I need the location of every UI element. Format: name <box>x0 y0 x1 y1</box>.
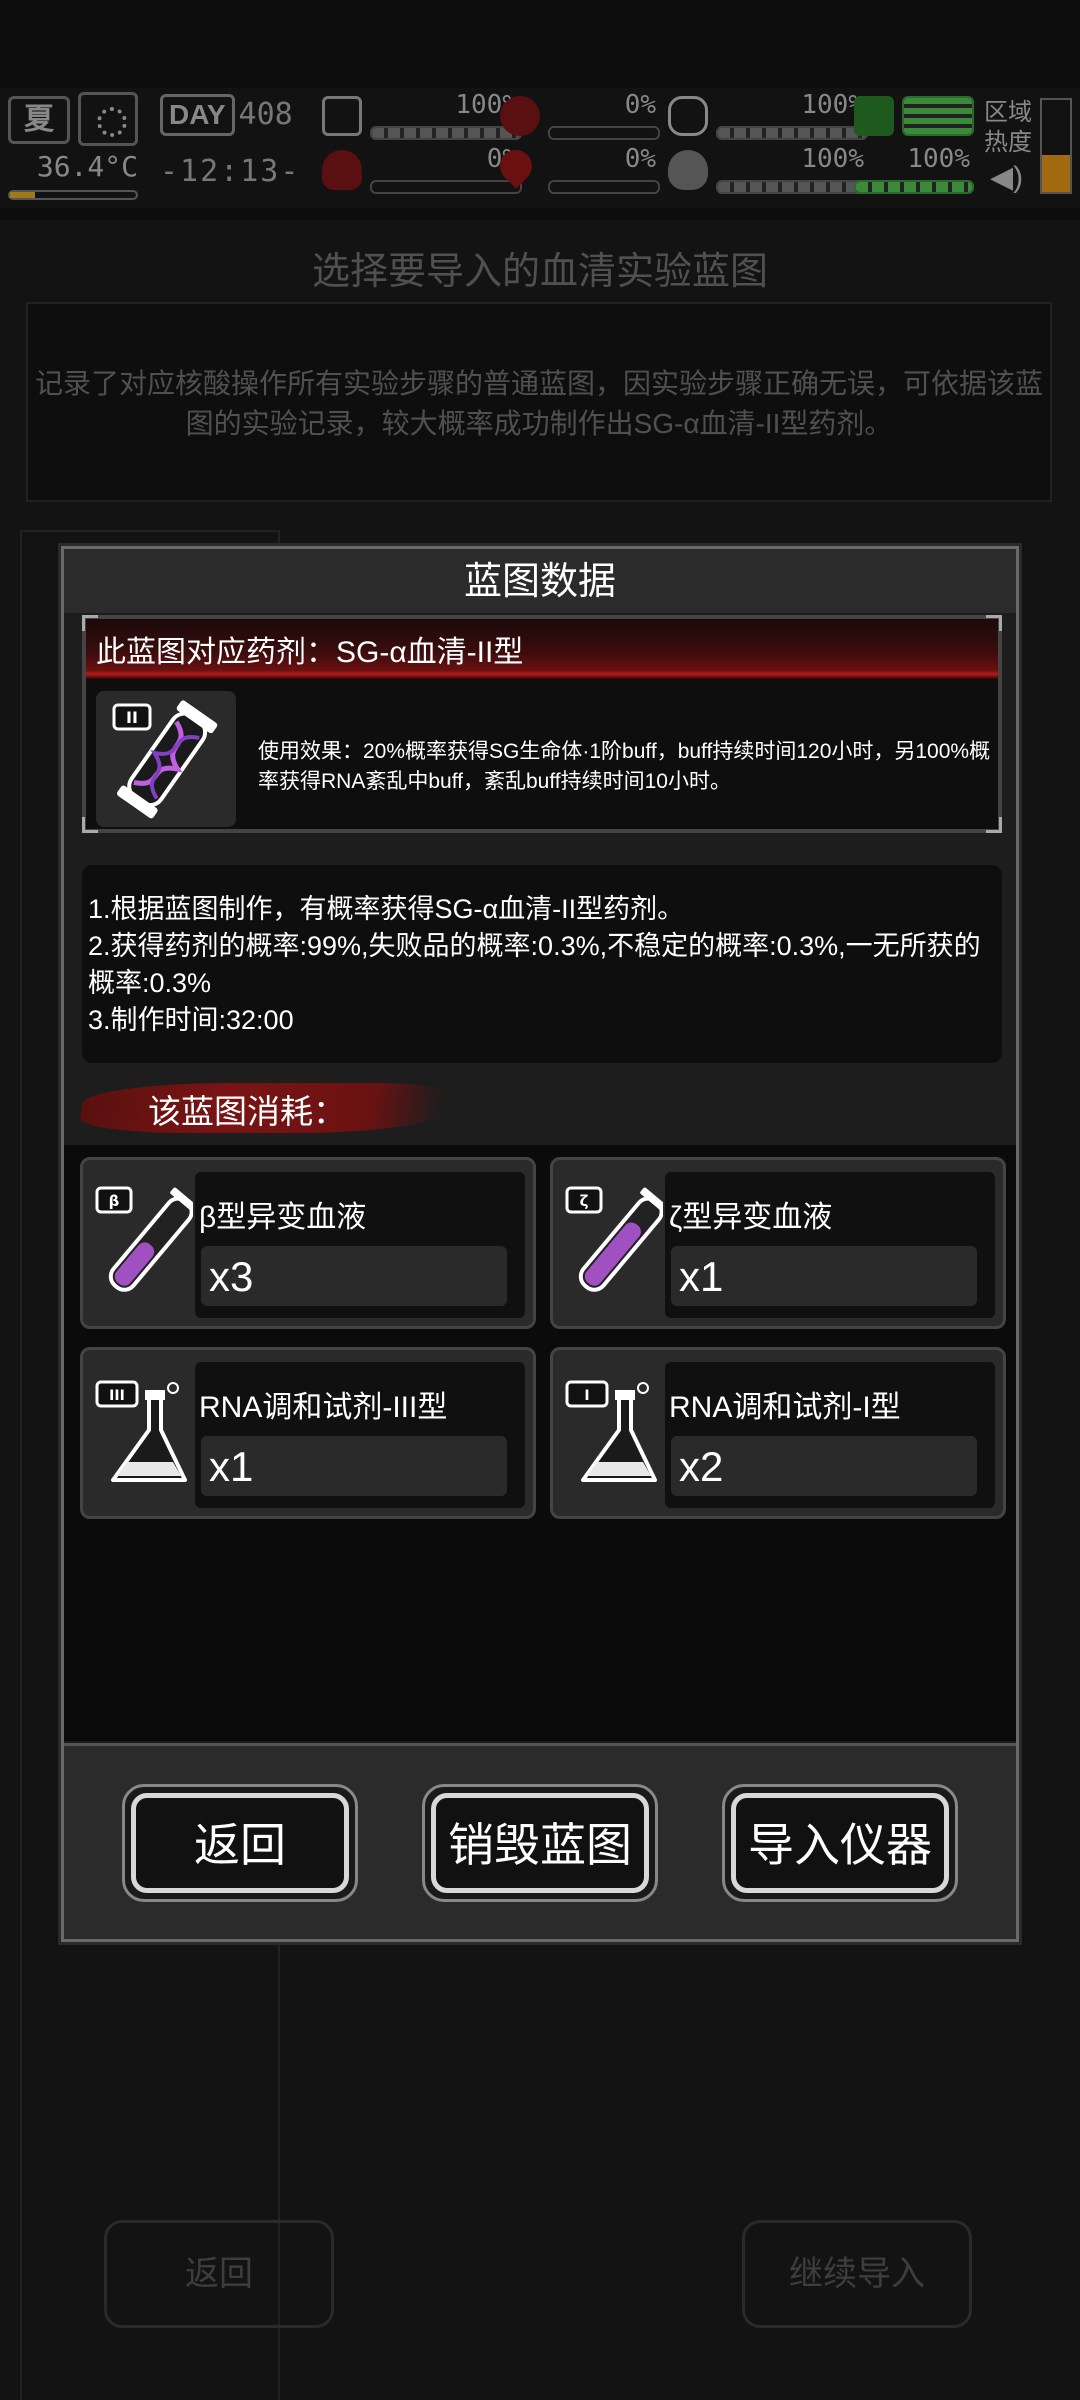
stat-value: 0% <box>624 90 656 120</box>
stat-mask: 100% <box>668 90 868 142</box>
material-name: RNA调和试剂-III型 <box>195 1362 525 1436</box>
material-item[interactable]: β β型异变血液 x3 <box>80 1157 536 1329</box>
day-label: DAY <box>160 94 235 136</box>
svg-text:II: II <box>126 708 138 727</box>
back-button[interactable]: 返回 <box>122 1784 358 1902</box>
flask-icon: III <box>93 1368 193 1498</box>
destroy-blueprint-button[interactable]: 销毁蓝图 <box>422 1784 658 1902</box>
speaker-icon[interactable]: ◀) <box>990 160 1023 195</box>
blueprint-data-dialog: 蓝图数据 此蓝图对应药剂：SG-α血清-II型 II 使用效果：20%概率获得S… <box>61 546 1019 1942</box>
material-quantity: x2 <box>671 1436 977 1496</box>
radiation-icon <box>854 96 894 136</box>
svg-text:β: β <box>109 1192 120 1210</box>
dialog-footer: 返回 销毁蓝图 导入仪器 <box>64 1743 1016 1939</box>
blood-vial-icon: ζ <box>563 1178 673 1308</box>
stat-value: 100% <box>907 144 970 174</box>
info-line: 3.制作时间:32:00 <box>88 1005 294 1035</box>
drug-name: 此蓝图对应药剂：SG-α血清-II型 <box>96 636 524 669</box>
consumption-header: 该蓝图消耗： <box>77 1075 447 1139</box>
region-heat-bar <box>1040 98 1072 194</box>
heart-icon <box>668 150 708 190</box>
import-instrument-label: 导入仪器 <box>731 1793 949 1893</box>
flask-icon: I <box>563 1368 663 1498</box>
stat-energy: 100% <box>854 144 974 196</box>
temperature-readout: 36.4°C <box>36 150 138 183</box>
material-name: β型异变血液 <box>195 1172 525 1246</box>
day-counter: DAY 408 <box>160 94 310 142</box>
game-clock: -12:13- <box>160 154 301 189</box>
brain-icon <box>322 150 362 190</box>
drug-card: 此蓝图对应药剂：SG-α血清-II型 II 使用效果：20%概率获得SG生命体·… <box>82 615 1002 833</box>
stomach-icon <box>500 96 540 136</box>
season-indicator: 夏 <box>8 96 70 144</box>
info-line: 1.根据蓝图制作，有概率获得SG-α血清-II型药剂。 <box>88 894 685 924</box>
consumption-header-label: 该蓝图消耗： <box>148 1093 346 1130</box>
temperature-bar <box>8 190 138 200</box>
blood-vial-icon: β <box>93 1178 203 1308</box>
stat-radiation <box>854 90 974 142</box>
import-instrument-button[interactable]: 导入仪器 <box>722 1784 958 1902</box>
stat-mental: 0% <box>322 144 522 196</box>
material-quantity: x1 <box>671 1246 977 1306</box>
stat-hunger: 0% <box>500 90 660 142</box>
svg-text:III: III <box>109 1388 125 1404</box>
continue-import-button[interactable]: 继续导入 <box>742 2220 972 2328</box>
serum-tube-icon: II <box>96 691 236 827</box>
stat-blood: 0% <box>493 143 660 196</box>
consumption-items: β β型异变血液 x3 ζ ζ型异变血液 x1 III RNA调和试剂-III型… <box>64 1145 1016 1741</box>
blueprint-info: 1.根据蓝图制作，有概率获得SG-α血清-II型药剂。 2.获得药剂的概率:99… <box>82 865 1002 1063</box>
day-number: 408 <box>238 97 293 132</box>
status-hud: 夏 36.4°C DAY 408 -12:13- 100% 0% 100% 0% … <box>0 88 1080 208</box>
material-quantity: x1 <box>201 1436 507 1496</box>
material-item[interactable]: ζ ζ型异变血液 x1 <box>550 1157 1006 1329</box>
blood-drop-icon <box>493 143 539 189</box>
dialog-title: 蓝图数据 <box>64 549 1016 613</box>
svg-text:I: I <box>584 1388 589 1404</box>
material-name: ζ型异变血液 <box>665 1172 995 1246</box>
bg-back-button[interactable]: 返回 <box>104 2220 334 2328</box>
weather-sun-icon <box>78 92 138 146</box>
destroy-blueprint-label: 销毁蓝图 <box>431 1793 649 1893</box>
material-quantity: x3 <box>201 1246 507 1306</box>
drug-effect-text: 使用效果：20%概率获得SG生命体·1阶buff，buff持续时间120小时，另… <box>258 740 991 793</box>
material-item[interactable]: III RNA调和试剂-III型 x1 <box>80 1347 536 1519</box>
material-item[interactable]: I RNA调和试剂-I型 x2 <box>550 1347 1006 1519</box>
back-button-label: 返回 <box>131 1793 349 1893</box>
material-name: RNA调和试剂-I型 <box>665 1362 995 1436</box>
stat-value: 0% <box>624 144 656 174</box>
medkit-icon <box>322 96 362 136</box>
stat-heart: 100% <box>668 144 868 196</box>
stat-health: 100% <box>322 90 522 142</box>
svg-text:ζ: ζ <box>580 1192 589 1210</box>
region-heat-label: 区域热度 <box>984 99 1032 156</box>
info-line: 2.获得药剂的概率:99%,失败品的概率:0.3%,不稳定的概率:0.3%,一无… <box>88 931 981 998</box>
mask-icon <box>668 96 708 136</box>
panel-title: 选择要导入的血清实验蓝图 <box>311 251 768 293</box>
blueprint-description: 记录了对应核酸操作所有实验步骤的普通蓝图，因实验步骤正确无误，可依据该蓝图的实验… <box>26 302 1052 502</box>
